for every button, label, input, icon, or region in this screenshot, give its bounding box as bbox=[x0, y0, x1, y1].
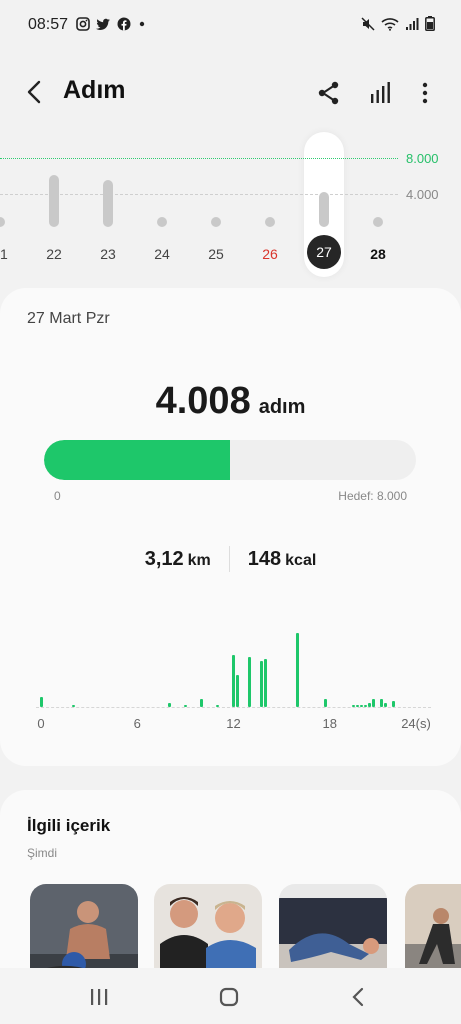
day-bar-22[interactable] bbox=[49, 175, 59, 227]
facebook-icon bbox=[117, 17, 131, 31]
steps-count: 4.008 bbox=[155, 380, 251, 422]
instagram-icon bbox=[76, 17, 90, 31]
day-bar-25[interactable] bbox=[211, 217, 221, 227]
calories-unit: kcal bbox=[285, 551, 317, 569]
hour-bar bbox=[215, 705, 219, 707]
system-nav-bar bbox=[0, 968, 461, 1024]
day-label-21[interactable]: 21 bbox=[0, 246, 15, 262]
recent-apps-icon[interactable] bbox=[84, 984, 114, 1010]
day-bar-21[interactable] bbox=[0, 217, 5, 227]
selected-day-label: 27 bbox=[316, 244, 332, 260]
calories-value: 148 bbox=[247, 547, 282, 570]
progress-min-label: 0 bbox=[54, 489, 61, 503]
hourly-steps-chart: 0 6 12 18 24(s) bbox=[36, 618, 431, 731]
battery-icon bbox=[425, 16, 435, 31]
metrics-row: 3,12 km 148 kcal bbox=[0, 546, 461, 572]
daily-summary-card: 27 Mart Pzr 4.008 adım 0 Hedef: 8.000 3,1… bbox=[0, 288, 461, 766]
day-label-28[interactable]: 28 bbox=[363, 246, 393, 262]
bar-chart-icon[interactable] bbox=[366, 78, 396, 108]
app-header: Adım bbox=[0, 60, 461, 124]
hour-bar bbox=[392, 701, 396, 707]
dot-icon bbox=[139, 21, 145, 27]
hour-bar bbox=[199, 699, 203, 707]
day-bar-26[interactable] bbox=[265, 217, 275, 227]
hour-bar bbox=[248, 657, 252, 707]
calories-metric: 148 kcal bbox=[230, 548, 335, 571]
signal-icon bbox=[406, 17, 419, 30]
status-right-icons bbox=[361, 16, 435, 31]
selected-day-badge[interactable]: 27 bbox=[307, 235, 341, 269]
hour-tick-label: 18 bbox=[322, 716, 337, 731]
hour-bar bbox=[368, 703, 372, 707]
goal-label: 8.000 bbox=[406, 151, 439, 166]
steps-total: 4.008 adım bbox=[0, 380, 461, 423]
hour-bar bbox=[232, 655, 235, 707]
hour-bar bbox=[264, 659, 268, 707]
day-label-22[interactable]: 22 bbox=[39, 246, 69, 262]
more-vertical-icon[interactable] bbox=[410, 78, 440, 108]
hour-bar bbox=[324, 699, 328, 707]
home-icon[interactable] bbox=[214, 984, 244, 1010]
selected-date: 27 Mart Pzr bbox=[27, 310, 110, 327]
hour-bar bbox=[260, 661, 264, 707]
back-arrow-icon[interactable] bbox=[22, 78, 48, 106]
day-bar-23[interactable] bbox=[103, 180, 113, 227]
goal-line bbox=[0, 158, 398, 159]
day-label-23[interactable]: 23 bbox=[93, 246, 123, 262]
wifi-icon bbox=[381, 17, 399, 31]
back-nav-icon[interactable] bbox=[344, 984, 374, 1010]
day-label-24[interactable]: 24 bbox=[147, 246, 177, 262]
hour-bar bbox=[296, 633, 300, 707]
page-title: Adım bbox=[63, 76, 126, 104]
distance-metric: 3,12 km bbox=[127, 548, 229, 571]
twitter-icon bbox=[96, 18, 110, 30]
weekly-step-strip[interactable]: 8.000 4.000 27 21 22 23 24 25 26 28 bbox=[0, 130, 461, 280]
hour-bar bbox=[372, 699, 376, 707]
hour-tick-label: 6 bbox=[133, 716, 141, 731]
mid-label: 4.000 bbox=[406, 187, 439, 202]
hour-tick-label: 0 bbox=[37, 716, 45, 731]
related-subtitle: Şimdi bbox=[27, 846, 58, 860]
hour-tick-label: 12 bbox=[226, 716, 241, 731]
mute-icon bbox=[361, 16, 375, 31]
related-title: İlgili içerik bbox=[27, 816, 111, 835]
day-bar-24[interactable] bbox=[157, 217, 167, 227]
chart-baseline bbox=[36, 707, 431, 708]
hour-bar bbox=[236, 675, 239, 707]
hour-bar bbox=[39, 697, 43, 707]
distance-unit: km bbox=[187, 551, 211, 569]
hour-bar bbox=[380, 699, 384, 707]
hour-bar bbox=[183, 705, 187, 707]
goal-progress-fill bbox=[44, 440, 231, 480]
distance-value: 3,12 bbox=[144, 547, 184, 570]
status-left-icons bbox=[76, 17, 147, 31]
day-label-26[interactable]: 26 bbox=[255, 246, 285, 262]
progress-goal-label: Hedef: 8.000 bbox=[338, 489, 407, 503]
mid-line bbox=[0, 194, 398, 195]
status-time: 08:57 bbox=[28, 16, 69, 33]
steps-unit: adım bbox=[258, 396, 306, 418]
day-label-25[interactable]: 25 bbox=[201, 246, 231, 262]
day-bar-28[interactable] bbox=[373, 217, 383, 227]
day-bar-27[interactable] bbox=[319, 192, 329, 227]
hour-bar bbox=[71, 705, 75, 707]
hour-tick-label: 24(s) bbox=[401, 716, 431, 731]
hour-bar bbox=[167, 703, 171, 707]
share-icon[interactable] bbox=[314, 78, 344, 108]
status-bar: 08:57 bbox=[0, 0, 461, 50]
goal-progress-bar bbox=[44, 440, 416, 480]
